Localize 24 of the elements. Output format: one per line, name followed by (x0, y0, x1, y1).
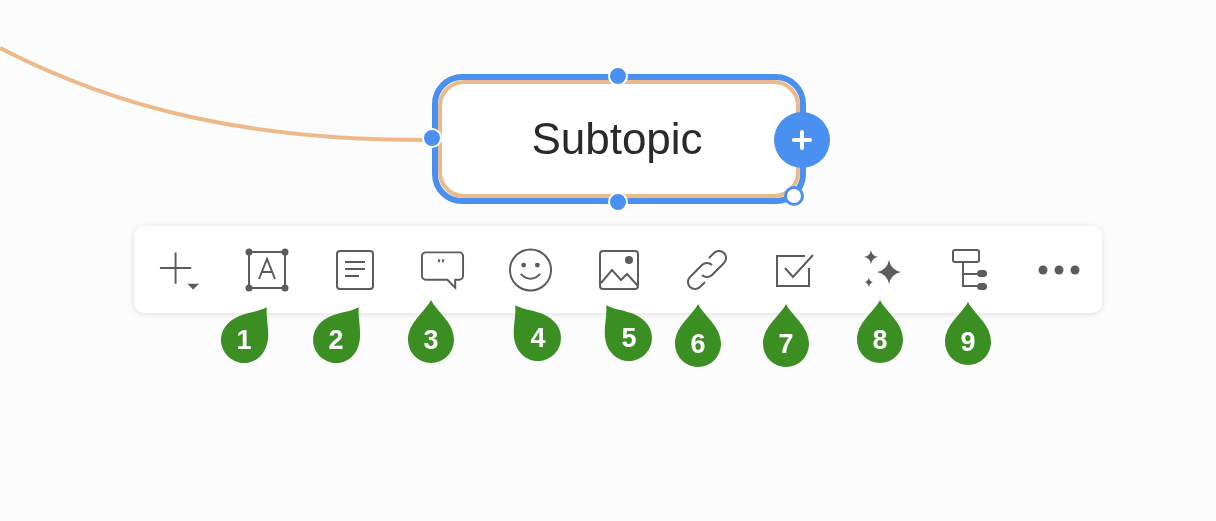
marker-number: 6 (689, 328, 707, 360)
pin-marker (761, 302, 811, 368)
smiley-icon (508, 246, 553, 293)
marker-number: 9 (959, 326, 977, 358)
more-icon (1037, 264, 1080, 275)
image-icon (597, 248, 640, 291)
marker-number: 7 (777, 328, 795, 360)
pin-marker (406, 298, 456, 364)
marker-number: 1 (235, 324, 253, 356)
marker-number: 3 (422, 324, 440, 356)
pin-marker (673, 302, 723, 368)
resize-handle[interactable] (784, 186, 804, 206)
text-box-icon (244, 247, 289, 292)
comment-icon (420, 249, 465, 290)
pin-marker (943, 300, 993, 366)
marker-number: 2 (327, 324, 345, 356)
link-icon (684, 247, 729, 292)
marker-number: 4 (529, 322, 547, 354)
marker-number: 5 (620, 322, 638, 354)
note-icon (334, 248, 375, 291)
marker-number: 8 (871, 324, 889, 356)
plus-icon (792, 130, 812, 150)
pin-marker (855, 298, 905, 364)
topic-node[interactable]: Subtopic (438, 80, 800, 198)
